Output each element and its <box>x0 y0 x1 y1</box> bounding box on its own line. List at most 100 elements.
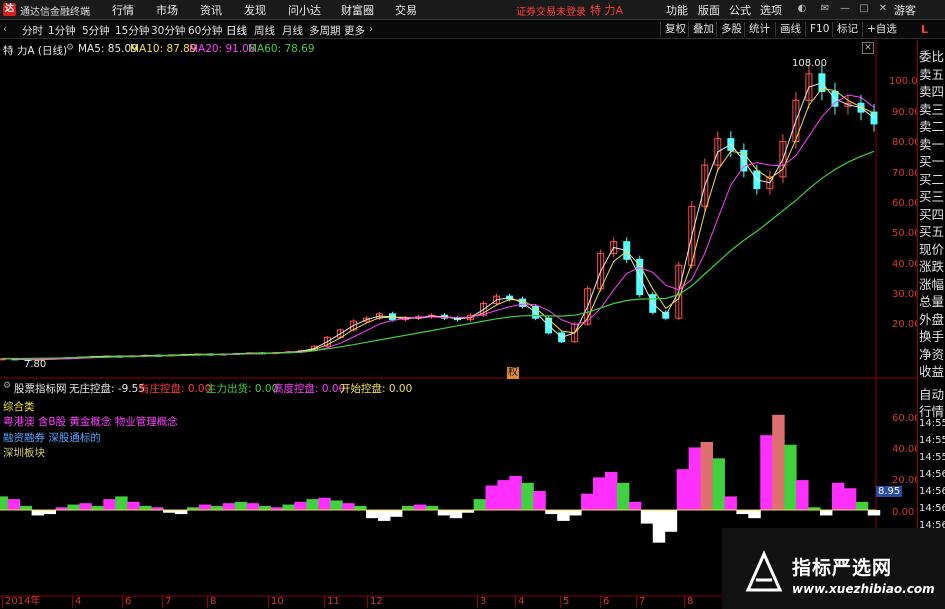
menu-formula[interactable]: 公式 <box>729 2 751 18</box>
right-panel-label: 涨跌 <box>919 259 945 274</box>
indicator-bar <box>318 497 331 510</box>
btn-multi-stock[interactable]: 多股 <box>716 22 746 37</box>
indicator-bar <box>652 510 666 543</box>
btn-add-watchlist[interactable]: +自选 <box>862 22 901 37</box>
message-icon[interactable]: ✉ <box>818 2 832 16</box>
indicator-bar <box>198 504 212 510</box>
indicator-bar <box>31 510 45 516</box>
maximize-icon[interactable]: □ <box>857 2 871 16</box>
period-60min[interactable]: 60分钟 <box>188 23 222 38</box>
indicator-bar <box>867 510 881 516</box>
indicator-bar <box>67 504 80 510</box>
indicator-settings-icon[interactable]: ⚙ <box>3 381 11 391</box>
period-30min[interactable]: 30分钟 <box>151 23 185 38</box>
indicator-bar <box>43 510 57 515</box>
settings-gear-icon[interactable]: ⚙ <box>66 43 74 53</box>
trade-login-status[interactable]: 证券交易未登录 <box>516 3 586 18</box>
indicator-bar <box>843 488 857 510</box>
btn-mark[interactable]: 标记 <box>832 22 862 37</box>
indicator-bar <box>210 505 224 510</box>
right-panel-label: 收益 <box>919 364 945 379</box>
btn-restore-rights[interactable]: 复权 <box>660 22 690 37</box>
indicator-bar <box>437 510 451 516</box>
close-chart-icon[interactable]: ✕ <box>862 42 874 54</box>
x-axis-tick: 8 <box>684 596 693 608</box>
ex-rights-marker[interactable]: 权 <box>507 367 519 379</box>
x-axis-tick: 4 <box>72 596 81 608</box>
ma20-label: MA20: 91.08 <box>189 43 256 55</box>
indicator-series <box>0 414 881 543</box>
menu-market[interactable]: 行情 <box>112 2 134 18</box>
kline-chart[interactable] <box>0 40 917 609</box>
menu-ask[interactable]: 问小达 <box>288 2 321 18</box>
high-price-label: 108.00 <box>792 58 827 69</box>
period-15min[interactable]: 15分钟 <box>115 23 149 38</box>
right-panel-label: 买四 <box>919 206 945 222</box>
menu-wealth[interactable]: 财富圈 <box>341 2 374 18</box>
indicator-bar <box>533 490 546 510</box>
indicator-bar <box>91 505 104 510</box>
period-more[interactable]: 更多 <box>344 23 365 38</box>
watermark-banner: 指标严选网 www.xuezhibiao.com <box>722 528 945 609</box>
right-panel-label: 委比 <box>919 49 945 64</box>
minimize-icon[interactable]: — <box>838 2 852 16</box>
indicator-bar <box>509 476 522 510</box>
chevron-right-icon[interactable]: › <box>369 23 373 35</box>
period-5min[interactable]: 5分钟 <box>82 23 110 38</box>
period-daily[interactable]: 日线 <box>226 23 247 38</box>
title-bar: 达 通达信金融终端 行情 市场 资讯 发现 问小达 财富圈 交易 证券交易未登录… <box>0 0 945 20</box>
menu-function[interactable]: 功能 <box>666 2 688 18</box>
indicator-bar <box>760 435 773 510</box>
menu-layout[interactable]: 版面 <box>698 2 720 18</box>
tick-time: 14:56 <box>919 503 945 514</box>
indicator-bar <box>616 482 630 510</box>
concept-margin: 融资融券 深股通标的 <box>3 432 101 444</box>
ma10-label: MA10: 87.89 <box>130 43 197 55</box>
indicator-bar <box>772 414 785 510</box>
indicator-bar <box>366 510 379 519</box>
btn-statistics[interactable]: 统计 <box>744 22 774 37</box>
indicator-bar <box>425 505 439 510</box>
btn-draw-line[interactable]: 画线 <box>775 22 805 37</box>
period-timeshare[interactable]: 分时 <box>22 23 43 38</box>
ma10-line <box>1 88 875 361</box>
indicator-title: 股票指标网 <box>14 383 67 395</box>
indicator-bar <box>784 444 797 510</box>
x-axis-tick: 2014年 <box>2 596 40 608</box>
right-panel-marker: L <box>921 23 929 36</box>
indicator-bar <box>628 501 642 510</box>
indicator-bar <box>640 510 654 524</box>
menu-news[interactable]: 资讯 <box>200 2 222 18</box>
concept-tags: 粤港澳 含B股 黄金概念 物业管理概念 <box>3 416 178 428</box>
left-arrow-icon[interactable]: ‹ <box>3 23 7 35</box>
menu-discover[interactable]: 发现 <box>244 2 266 18</box>
period-1min[interactable]: 1分钟 <box>48 23 76 38</box>
indicator-bar <box>174 510 188 515</box>
btn-f10[interactable]: F10 <box>805 22 833 37</box>
skin-icon[interactable]: ◐ <box>795 2 809 16</box>
indicator-bar <box>0 496 9 510</box>
indicator-bar <box>342 503 355 510</box>
indicator-bar <box>736 510 749 515</box>
guest-label[interactable]: 游客 <box>894 2 916 18</box>
period-weekly[interactable]: 周线 <box>254 23 275 38</box>
indicator-bar <box>545 510 558 515</box>
x-axis-tick: 11 <box>324 596 340 608</box>
menu-trade[interactable]: 交易 <box>395 2 417 18</box>
indicator-bar <box>581 493 594 510</box>
indicator-bar <box>413 504 427 510</box>
indicator-bar <box>521 482 534 510</box>
btn-overlay[interactable]: 叠加 <box>688 22 718 37</box>
tick-time: 14:55 <box>919 452 945 463</box>
ind-start-control: 开始控盘: 0.00 <box>340 383 413 395</box>
menu-options[interactable]: 选项 <box>760 2 782 18</box>
indicator-bar <box>19 505 33 510</box>
x-axis-tick: 10 <box>268 596 284 608</box>
period-multi[interactable]: 多周期 <box>309 23 341 38</box>
app-logo-icon: 达 <box>3 3 16 16</box>
period-toolbar: ‹ 分时 1分钟 5分钟 15分钟 30分钟 60分钟 日线 周线 月线 多周期… <box>0 21 945 39</box>
close-icon[interactable]: ✕ <box>876 2 890 16</box>
ma20-line <box>1 94 875 360</box>
period-monthly[interactable]: 月线 <box>282 23 303 38</box>
menu-markets[interactable]: 市场 <box>156 2 178 18</box>
